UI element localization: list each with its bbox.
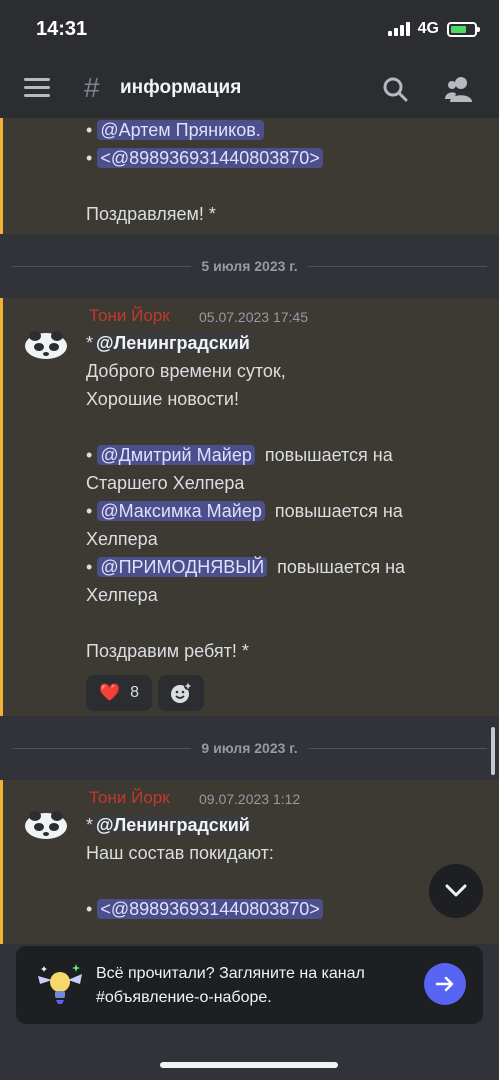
reaction-count: 8 xyxy=(130,684,140,701)
message-feed[interactable]: • @Артем Пряников. • <@89893693144080387… xyxy=(0,118,499,944)
network-type: 4G xyxy=(417,20,439,37)
channel-title: информация xyxy=(120,77,242,98)
message-item[interactable]: Тони Йорк 09.07.2023 1:12 * @Ленинградски… xyxy=(0,780,499,944)
bottom-area xyxy=(0,1024,499,1080)
add-reaction-button[interactable] xyxy=(158,675,204,711)
role-mention[interactable]: @Ленинградский xyxy=(93,333,253,353)
status-time: 14:31 xyxy=(36,18,88,40)
bullet: • xyxy=(86,557,93,577)
search-icon[interactable] xyxy=(382,76,408,102)
message-text: повышается на xyxy=(264,445,393,465)
scrollbar-thumb[interactable] xyxy=(491,727,495,775)
message-text: повышается на xyxy=(277,557,406,577)
divider-date: 5 июля 2023 г. xyxy=(201,258,298,274)
bullet: • xyxy=(86,501,93,521)
message-timestamp: 05.07.2023 17:45 xyxy=(199,309,308,325)
signal-icon xyxy=(387,22,410,36)
status-indicators: 4G xyxy=(387,20,480,38)
channel-header: # информация xyxy=(0,58,499,118)
user-mention[interactable]: <@898936931440803870> xyxy=(97,148,323,168)
add-reaction-icon xyxy=(171,682,192,703)
heart-icon: ❤️ xyxy=(98,683,121,702)
chevron-down-icon xyxy=(445,884,467,897)
avatar[interactable] xyxy=(23,804,69,844)
bullet: • xyxy=(86,120,93,140)
divider-date: 9 июля 2023 г. xyxy=(201,740,298,756)
next-channel-banner[interactable]: Всё прочитали? Загляните на канал #объяв… xyxy=(16,946,483,1024)
avatar[interactable] xyxy=(23,324,69,364)
message-text: Наш состав покидают: xyxy=(86,843,274,863)
hash-icon: # xyxy=(84,72,100,103)
date-divider: 5 июля 2023 г. xyxy=(12,256,487,276)
bullet: • xyxy=(86,899,93,919)
role-mention[interactable]: @Ленинградский xyxy=(93,815,253,835)
asterisk: * xyxy=(86,815,94,835)
winged-lightbulb-icon xyxy=(38,964,82,1004)
menu-icon[interactable] xyxy=(24,78,50,98)
status-bar: 14:31 4G xyxy=(0,0,499,58)
message-text: Хорошие новости! xyxy=(86,389,239,409)
user-mention[interactable]: @ПРИМОДНЯВЫЙ xyxy=(97,557,268,577)
reaction-heart[interactable]: ❤️ 8 xyxy=(86,675,152,711)
bullet: • xyxy=(86,445,93,465)
message-text: Хелпера xyxy=(86,529,158,549)
message-text: Поздравляем! * xyxy=(86,204,216,224)
jump-to-bottom-button[interactable] xyxy=(429,864,483,918)
date-divider: 9 июля 2023 г. xyxy=(12,738,487,758)
user-mention[interactable]: @Максимка Майер xyxy=(97,501,265,521)
message-author[interactable]: Тони Йорк xyxy=(89,788,170,808)
message-text: Старшего Хелпера xyxy=(86,473,245,493)
message-text: повышается на xyxy=(274,501,403,521)
user-mention[interactable]: <@898936931440803870> xyxy=(97,899,323,919)
message-text: Доброго времени суток, xyxy=(86,361,286,381)
home-indicator[interactable] xyxy=(160,1062,338,1068)
battery-icon xyxy=(447,21,480,37)
message-tail: • @Артем Пряников. • <@89893693144080387… xyxy=(0,118,499,234)
members-icon[interactable] xyxy=(444,75,474,103)
message-text: Поздравим ребят! * xyxy=(86,641,249,661)
go-to-channel-button[interactable] xyxy=(424,963,466,1005)
message-timestamp: 09.07.2023 1:12 xyxy=(199,791,301,807)
message-item[interactable]: Тони Йорк 05.07.2023 17:45 * @Ленинградск… xyxy=(0,298,499,716)
arrow-right-icon xyxy=(436,976,454,992)
user-mention[interactable]: @Дмитрий Майер xyxy=(97,445,255,465)
bullet: • xyxy=(86,148,93,168)
banner-text: Всё прочитали? Загляните на канал #объяв… xyxy=(96,965,365,1006)
message-text: Хелпера xyxy=(86,585,158,605)
user-mention[interactable]: @Артем Пряников. xyxy=(97,120,264,140)
asterisk: * xyxy=(86,333,94,353)
message-author[interactable]: Тони Йорк xyxy=(89,306,170,326)
